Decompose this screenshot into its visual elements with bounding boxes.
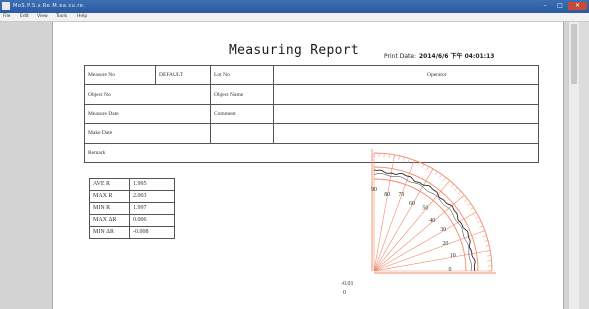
table-cell [273,103,539,125]
menu-file[interactable]: File [3,13,11,21]
menu-view[interactable]: View [37,13,48,21]
angle-label: 50 [422,206,428,212]
table-cell: Object Name [210,84,274,105]
grid-tick [467,203,471,206]
menu-bar: File Edit View Tools Help [0,13,589,22]
grid-tick [479,225,484,228]
grid-tick [477,220,482,224]
grid-tick [481,230,485,233]
print-date-label: Print Date: [384,53,417,60]
grid-tick [464,198,468,202]
stat-label: MAX ΔR [89,214,130,227]
app-icon [2,2,10,10]
grid-tick [421,163,425,168]
print-date: Print Date: 2014/6/6 下午 04:01:13 [384,51,494,60]
grid-tick [388,153,390,159]
angle-label: 40 [429,218,435,224]
grid-tick [461,194,465,198]
menu-edit[interactable]: Edit [20,13,29,21]
minimize-button[interactable]: – [538,2,552,10]
angle-label: 20 [442,241,448,247]
grid-tick [484,240,489,242]
polar-grid [371,149,496,274]
grid-tick [482,235,487,237]
grid-tick [412,160,415,164]
menu-help[interactable]: Help [77,13,87,21]
vertical-scrollbar[interactable] [568,22,579,309]
table-row: Measure Date Comment [84,103,539,125]
grid-tick [430,168,434,173]
polar-deviation-plot: 90 80 70 60 5040 30 2010 0 [371,149,496,274]
table-cell: DEFAULT [155,64,211,86]
table-row: MAX R 2.003 [89,190,175,203]
grid-tick [486,250,491,252]
table-row: MIN ΔR -0.008 [89,226,175,239]
grid-tick [475,216,479,219]
grid-tick [408,158,410,163]
table-row: Measure No DEFAULT Lot No Operator [84,64,539,86]
grid-tick [426,166,429,170]
polar-scale-value: -0.01 [341,281,354,287]
grid-tick [470,207,474,210]
close-button[interactable]: ✕ [568,2,587,10]
scrollbar-thumb[interactable] [571,24,577,84]
grid-tick [472,211,477,215]
table-cell: Object No [84,84,211,105]
grid-tick [454,187,458,191]
table-row: Object No Object Name [84,84,539,105]
operator-label: Operator [427,72,447,79]
stat-value: 1.997 [129,202,175,215]
grid-tick [393,154,395,159]
stat-label: AVE R [89,178,130,191]
table-cell [273,123,539,144]
left-gutter [0,22,52,309]
print-date-value: 2014/6/6 下午 04:01:13 [419,53,495,60]
maximize-button[interactable]: □ [553,2,567,10]
grid-tick [457,191,462,195]
table-cell: Operator [273,64,539,86]
window-title: MoS.P.S.s.Re.M.ea.su.re. [13,3,86,9]
stat-value: 2.003 [129,190,175,203]
grid-tick [447,180,451,184]
table-cell: Comment [210,103,274,125]
stat-label: MIN R [89,202,130,215]
table-cell: Measure No [84,64,156,86]
grid-tick [443,177,447,181]
grid-tick [403,156,405,161]
angle-label: 60 [409,201,415,207]
menu-tools[interactable]: Tools [56,13,67,21]
table-row: MAX ΔR 0.006 [89,214,175,227]
grid-tick [398,155,400,160]
title-bar: MoS.P.S.s.Re.M.ea.su.re. – □ ✕ [0,0,589,13]
grid-tick [439,174,442,178]
stat-value: -0.008 [129,226,175,239]
table-row: AVE R 1.995 [89,178,175,191]
grid-tick [450,183,454,188]
statistics-table: AVE R 1.995 MAX R 2.003 MIN R 1.997 MAX … [89,178,175,239]
grid-tick [417,161,420,166]
angle-label: 0 [449,267,452,273]
stat-label: MAX R [89,190,130,203]
grid-tick [485,245,490,247]
angle-label: 80 [384,192,390,198]
table-cell: Measure Date [84,103,211,125]
table-cell: Lot No [210,64,274,86]
grid-tick [435,171,438,175]
grid-tick [486,255,492,257]
angle-label: 30 [440,227,446,233]
polar-origin-label: 0 [343,290,346,296]
table-cell: Make Date [84,123,211,144]
angle-label: 70 [398,192,404,198]
angle-label: 90 [371,187,377,193]
stat-value: 0.006 [129,214,175,227]
table-cell [273,84,539,105]
stat-label: MIN ΔR [89,226,130,239]
stat-value: 1.995 [129,178,175,191]
report-title: Measuring Report [229,43,360,58]
angle-label: 10 [450,253,456,259]
table-cell [210,123,274,144]
table-row: Make Date [84,123,539,144]
table-row: MIN R 1.997 [89,202,175,215]
